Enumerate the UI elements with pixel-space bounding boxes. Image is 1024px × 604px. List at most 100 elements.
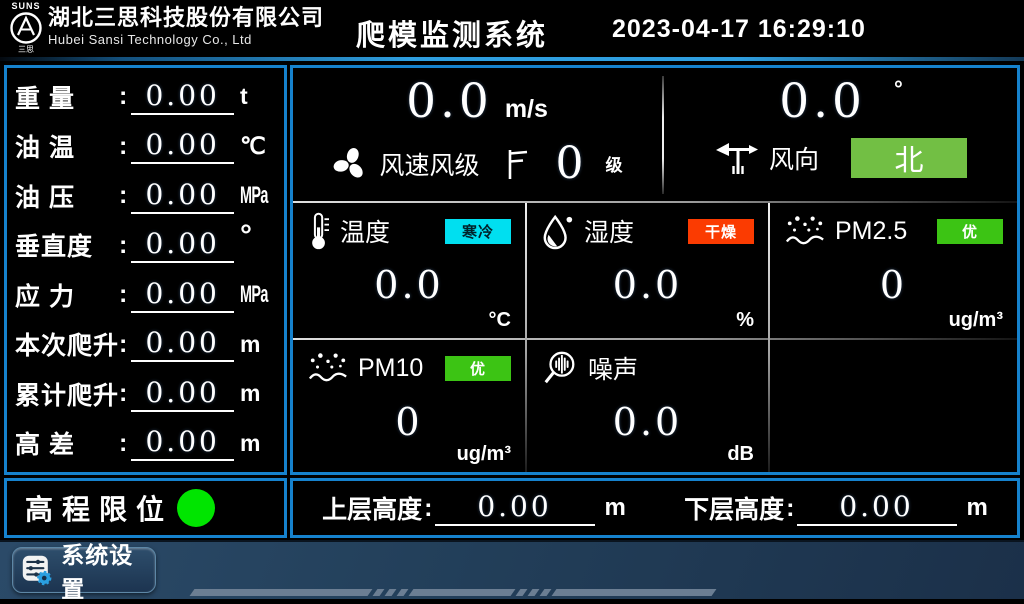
page-title: 爬模监测系统 (356, 12, 548, 54)
metric-unit: ° (240, 231, 276, 241)
elevation-limit-panel: 高程限位 (4, 478, 287, 538)
metric-value: 0.00 (131, 277, 234, 313)
environment-panel: 0.0 m/s 风速风级 0 级 0.0 ° (290, 65, 1020, 475)
wind-level-value: 0 (556, 138, 584, 189)
sensor-cell-temperature: 温度 寒冷 0.0 °C (293, 203, 525, 338)
sensor-cell-noise: 噪声 0.0 dB (527, 340, 768, 472)
fan-icon (331, 145, 369, 183)
metric-unit: t (240, 83, 276, 110)
upper-height-label: 上层高度 (322, 490, 422, 526)
noise-icon (541, 349, 579, 387)
elevation-limit-label: 高程限位 (25, 488, 173, 528)
metric-label: 累计爬升 (15, 376, 119, 412)
metric-row-oil-pressure: 油 压: 0.00 MPa (15, 171, 276, 221)
sensor-cell-empty (770, 340, 1017, 472)
sensor-name: 噪声 (588, 350, 638, 386)
metric-label: 应 力 (15, 277, 119, 313)
metric-unit: m (240, 331, 276, 358)
metric-value: 0.00 (131, 128, 234, 164)
system-settings-label: 系统设置 (61, 536, 147, 604)
thermometer-icon (307, 211, 331, 251)
upper-height-value: 0.00 (435, 490, 595, 526)
gear-icon (38, 572, 50, 584)
status-badge: 干燥 (688, 219, 754, 244)
dust-icon (784, 214, 826, 248)
sensor-cell-pm10: PM10 优 0 ug/m³ (293, 340, 525, 472)
metric-unit: MPa (240, 281, 262, 309)
metric-label: 垂直度 (15, 227, 119, 263)
wind-direction-badge: 北 (851, 138, 967, 178)
elevation-limit-status-light (177, 489, 215, 527)
metric-row-verticality: 垂直度: 0.00 ° (15, 221, 276, 271)
sensor-unit: ug/m³ (949, 309, 1003, 332)
sensor-name: PM10 (358, 354, 423, 383)
metric-row-total-climb: 累计爬升: 0.00 m (15, 369, 276, 419)
metric-label: 油 压 (15, 178, 119, 214)
divider (662, 76, 664, 194)
metric-value: 0.00 (131, 227, 234, 263)
wind-level-unit: 级 (606, 151, 623, 176)
sensor-value: 0.0 (541, 400, 754, 444)
logo-text-bottom: 三思 (8, 45, 44, 54)
wind-vane-icon (715, 139, 759, 177)
logo-text-top: SUNS (8, 1, 44, 11)
sensor-value: 0 (307, 400, 511, 444)
wind-speed-unit: m/s (505, 95, 548, 124)
company-logo: SUNS 三思 (8, 1, 44, 56)
wind-direction-label: 风向 (769, 140, 819, 176)
metric-unit: ℃ (240, 133, 276, 160)
sensor-cell-humidity: 湿度 干燥 0.0 % (527, 203, 768, 338)
sensor-unit: dB (727, 443, 754, 466)
wind-level-icon (504, 146, 530, 182)
metric-unit: MPa (240, 182, 262, 210)
lower-height-unit: m (967, 494, 988, 522)
datetime-display: 2023-04-17 16:29:10 (612, 15, 866, 44)
metric-label: 高 差 (15, 425, 119, 461)
dust-icon (307, 351, 349, 385)
upper-height-group: 上层高度 : 0.00 m (293, 490, 655, 526)
status-badge: 寒冷 (445, 219, 511, 244)
settings-sliders-icon (21, 552, 53, 588)
metric-row-oil-temp: 油 温: 0.00 ℃ (15, 122, 276, 172)
droplet-icon (541, 212, 575, 250)
wind-speed-section: 0.0 m/s 风速风级 0 级 (293, 68, 661, 201)
metric-row-current-climb: 本次爬升: 0.00 m (15, 320, 276, 370)
wind-direction-section: 0.0 ° 风向 北 (665, 68, 1017, 201)
metric-row-weight: 重 量: 0.00 t (15, 72, 276, 122)
wind-speed-label: 风速风级 (379, 146, 479, 182)
upper-height-unit: m (605, 494, 626, 522)
company-names: 湖北三思科技股份有限公司 Hubei Sansi Technology Co.,… (48, 5, 324, 49)
company-name-en: Hubei Sansi Technology Co., Ltd (48, 31, 324, 49)
sensor-value: 0.0 (541, 263, 754, 307)
status-badge: 优 (937, 219, 1003, 244)
sensor-unit: ug/m³ (457, 443, 511, 466)
lower-height-group: 下层高度 : 0.00 m (655, 490, 1017, 526)
metric-value: 0.00 (131, 425, 234, 461)
footer-bar: 系统设置 (0, 540, 1024, 599)
metric-value: 0.00 (131, 326, 234, 362)
sensor-unit: °C (489, 309, 511, 332)
lower-height-value: 0.00 (797, 490, 957, 526)
heights-panel: 上层高度 : 0.00 m 下层高度 : 0.00 m (290, 478, 1020, 538)
status-badge: 优 (445, 356, 511, 381)
footer-decoration (192, 589, 714, 596)
header: SUNS 三思 湖北三思科技股份有限公司 Hubei Sansi Technol… (0, 0, 1024, 57)
sensor-name: PM2.5 (835, 217, 907, 246)
sensor-value: 0 (784, 263, 1003, 307)
wind-direction-value: 0.0 (779, 74, 866, 129)
metric-value: 0.00 (131, 79, 234, 115)
metrics-panel: 重 量: 0.00 t 油 温: 0.00 ℃ 油 压: 0.00 MPa 垂直… (4, 65, 287, 475)
metric-value: 0.00 (131, 376, 234, 412)
metric-value: 0.00 (131, 178, 234, 214)
metric-unit: m (240, 380, 276, 407)
wind-speed-value: 0.0 (406, 74, 493, 129)
system-settings-button[interactable]: 系统设置 (12, 547, 156, 593)
header-divider (0, 57, 1024, 61)
sensor-name: 湿度 (584, 213, 634, 249)
metric-label: 本次爬升 (15, 326, 119, 362)
sensor-name: 温度 (340, 213, 390, 249)
metric-row-stress: 应 力: 0.00 MPa (15, 270, 276, 320)
sensor-unit: % (736, 309, 754, 332)
logo-icon (9, 11, 43, 45)
metric-label: 重 量 (15, 79, 119, 115)
